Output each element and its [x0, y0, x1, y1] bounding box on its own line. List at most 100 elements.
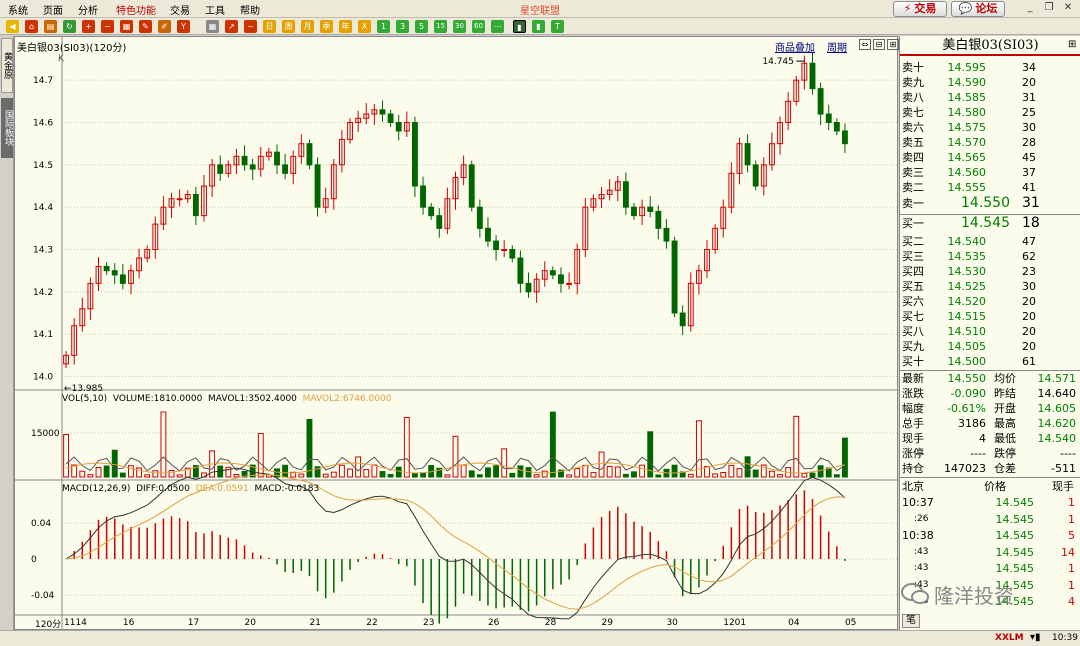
period-1-button[interactable]: 1 — [377, 20, 390, 33]
maximize-icon[interactable]: ❐ — [1041, 1, 1057, 16]
bid-price: 14.505 — [947, 340, 987, 353]
ask-row[interactable]: 卖九 14.590 20 — [900, 75, 1080, 90]
menu-analysis[interactable]: 分析 — [78, 2, 98, 17]
x-tick-label: 22 — [366, 618, 377, 628]
stat-row[interactable]: 持仓 147023 仓差 -511 — [900, 461, 1080, 476]
overlay-link[interactable]: 商品叠加 — [775, 39, 815, 54]
line-icon[interactable]: ~ — [244, 20, 257, 33]
quote-list-icon[interactable]: ▤ — [44, 20, 57, 33]
stat-row[interactable]: 幅度 -0.61% 开盘 14.605 — [900, 401, 1080, 416]
refresh-icon[interactable]: ↻ — [63, 20, 76, 33]
menu-page[interactable]: 页面 — [43, 2, 63, 17]
chart-area[interactable]: 14.7 14.6 14.5 14.4 14.3 14.2 14.1 14.0 14.745 ←1… — [14, 36, 899, 631]
period-240-icon[interactable]: ▮ — [532, 20, 545, 33]
multi-day-icon[interactable]: X — [358, 20, 371, 33]
bid-row[interactable]: 买五 14.525 30 — [900, 279, 1080, 294]
tick-row[interactable]: 10:37 14.545 1 — [900, 495, 1080, 510]
close-icon[interactable]: ✕ — [1060, 1, 1076, 16]
bid-row[interactable]: 买六 14.520 20 — [900, 294, 1080, 309]
quarter-icon[interactable]: 季 — [320, 20, 333, 33]
week-icon[interactable]: 周 — [282, 20, 295, 33]
split-icon[interactable]: ⊟ — [873, 39, 885, 50]
volume-bar — [720, 472, 727, 478]
bid-row[interactable]: 买八 14.510 20 — [900, 324, 1080, 339]
volume-bar — [257, 433, 264, 478]
bid-row[interactable]: 买四 14.530 23 — [900, 264, 1080, 279]
month-icon[interactable]: 月 — [301, 20, 314, 33]
stat-row[interactable]: 现手 4 最低 14.540 — [900, 431, 1080, 446]
divider — [900, 477, 1080, 478]
bid-price: 14.545 — [961, 215, 1010, 231]
ask-row[interactable]: 卖六 14.575 30 — [900, 120, 1080, 135]
bid-row[interactable]: 买二 14.540 47 — [900, 234, 1080, 249]
pin-icon[interactable]: ⊞ — [1068, 39, 1076, 50]
bid-row[interactable]: 买三 14.535 62 — [900, 249, 1080, 264]
candle-body — [549, 270, 556, 276]
stat-row[interactable]: 涨停 ---- 跌停 ---- — [900, 446, 1080, 461]
period-30-button[interactable]: 30 — [453, 20, 466, 33]
expand-icon[interactable]: ⇔ — [859, 39, 871, 50]
draw-icon[interactable]: ✐ — [158, 20, 171, 33]
period-120-icon[interactable]: ▮ — [513, 20, 526, 33]
menu-system[interactable]: 系统 — [8, 2, 28, 17]
trade-button[interactable]: ⚡ 交易 — [893, 1, 947, 17]
period-60-button[interactable]: 60 — [472, 20, 485, 33]
candle-body — [428, 206, 435, 217]
period-link[interactable]: 周期 — [827, 39, 847, 54]
menu-help[interactable]: 帮助 — [240, 2, 260, 17]
side-tab-gold[interactable]: 黄金原 — [1, 38, 13, 93]
kline-icon[interactable]: ↗ — [225, 20, 238, 33]
stat-row[interactable]: 最新 14.550 均价 14.571 — [900, 371, 1080, 386]
tick-row[interactable]: :43 14.545 1 — [900, 561, 1080, 576]
tick-header[interactable]: 北京 价格 现手 — [900, 479, 1080, 494]
stat-row[interactable]: 总手 3186 最高 14.620 — [900, 416, 1080, 431]
tick-row[interactable]: 10:38 14.545 5 — [900, 528, 1080, 543]
ask-row[interactable]: 卖二 14.555 41 — [900, 180, 1080, 195]
stat-row[interactable]: 涨跌 -0.090 昨结 14.640 — [900, 386, 1080, 401]
home-icon[interactable]: ⌂ — [25, 20, 38, 33]
tick-row[interactable]: :43 14.545 14 — [900, 545, 1080, 560]
menu-tools[interactable]: 工具 — [205, 2, 225, 17]
bid-row[interactable]: 买十 14.500 61 — [900, 354, 1080, 369]
back-icon[interactable]: ◀ — [6, 20, 19, 33]
zoom-out-icon[interactable]: − — [101, 20, 114, 33]
filter-icon[interactable]: Y — [177, 20, 190, 33]
period-5-button[interactable]: 5 — [415, 20, 428, 33]
menu-trade[interactable]: 交易 — [170, 2, 190, 17]
ask-volume: 28 — [1022, 136, 1036, 149]
side-tab-international[interactable]: 国际板块 — [1, 98, 13, 158]
ask-row[interactable]: 卖四 14.565 45 — [900, 150, 1080, 165]
period-15-button[interactable]: 15 — [434, 20, 447, 33]
layout-icon[interactable]: ⊞ — [887, 39, 899, 50]
ask-row[interactable]: 卖七 14.580 25 — [900, 105, 1080, 120]
bid-row[interactable]: 买一 14.545 18 — [900, 216, 1080, 231]
ask-row[interactable]: 卖十 14.595 34 — [900, 60, 1080, 75]
candle-body — [833, 122, 840, 132]
stat-value: 14.550 — [947, 372, 987, 385]
minimize-icon[interactable]: _ — [1022, 1, 1038, 16]
tick-row[interactable]: :26 14.545 1 — [900, 512, 1080, 527]
candle-body — [103, 265, 110, 272]
menu-special[interactable]: 特色功能 — [116, 2, 156, 17]
y-tick-label: 14.4 — [33, 203, 53, 213]
ask-price: 14.560 — [947, 166, 987, 179]
period-custom-icon[interactable]: ⋯ — [491, 20, 504, 33]
period-tick-icon[interactable]: T — [551, 20, 564, 33]
year-icon[interactable]: 年 — [339, 20, 352, 33]
period-3-button[interactable]: 3 — [396, 20, 409, 33]
bid-row[interactable]: 买七 14.515 20 — [900, 309, 1080, 324]
indicator-icon[interactable]: ▦ — [120, 20, 133, 33]
ask-row[interactable]: 卖一 14.550 31 — [900, 196, 1080, 211]
bid-row[interactable]: 买九 14.505 20 — [900, 339, 1080, 354]
forum-button[interactable]: 💬 论坛 — [951, 1, 1005, 17]
bottom-tab[interactable]: 笔 — [902, 614, 920, 628]
ask-row[interactable]: 卖五 14.570 28 — [900, 135, 1080, 150]
ask-row[interactable]: 卖八 14.585 31 — [900, 90, 1080, 105]
zoom-in-icon[interactable]: + — [82, 20, 95, 33]
kline-chart[interactable]: 14.7 14.6 14.5 14.4 14.3 14.2 14.1 14.0 14.745 ←1… — [15, 37, 899, 631]
table-icon[interactable]: ▦ — [206, 20, 219, 33]
bid-price: 14.520 — [947, 295, 987, 308]
day-icon[interactable]: 日 — [263, 20, 276, 33]
pen-icon[interactable]: ✎ — [139, 20, 152, 33]
ask-row[interactable]: 卖三 14.560 37 — [900, 165, 1080, 180]
